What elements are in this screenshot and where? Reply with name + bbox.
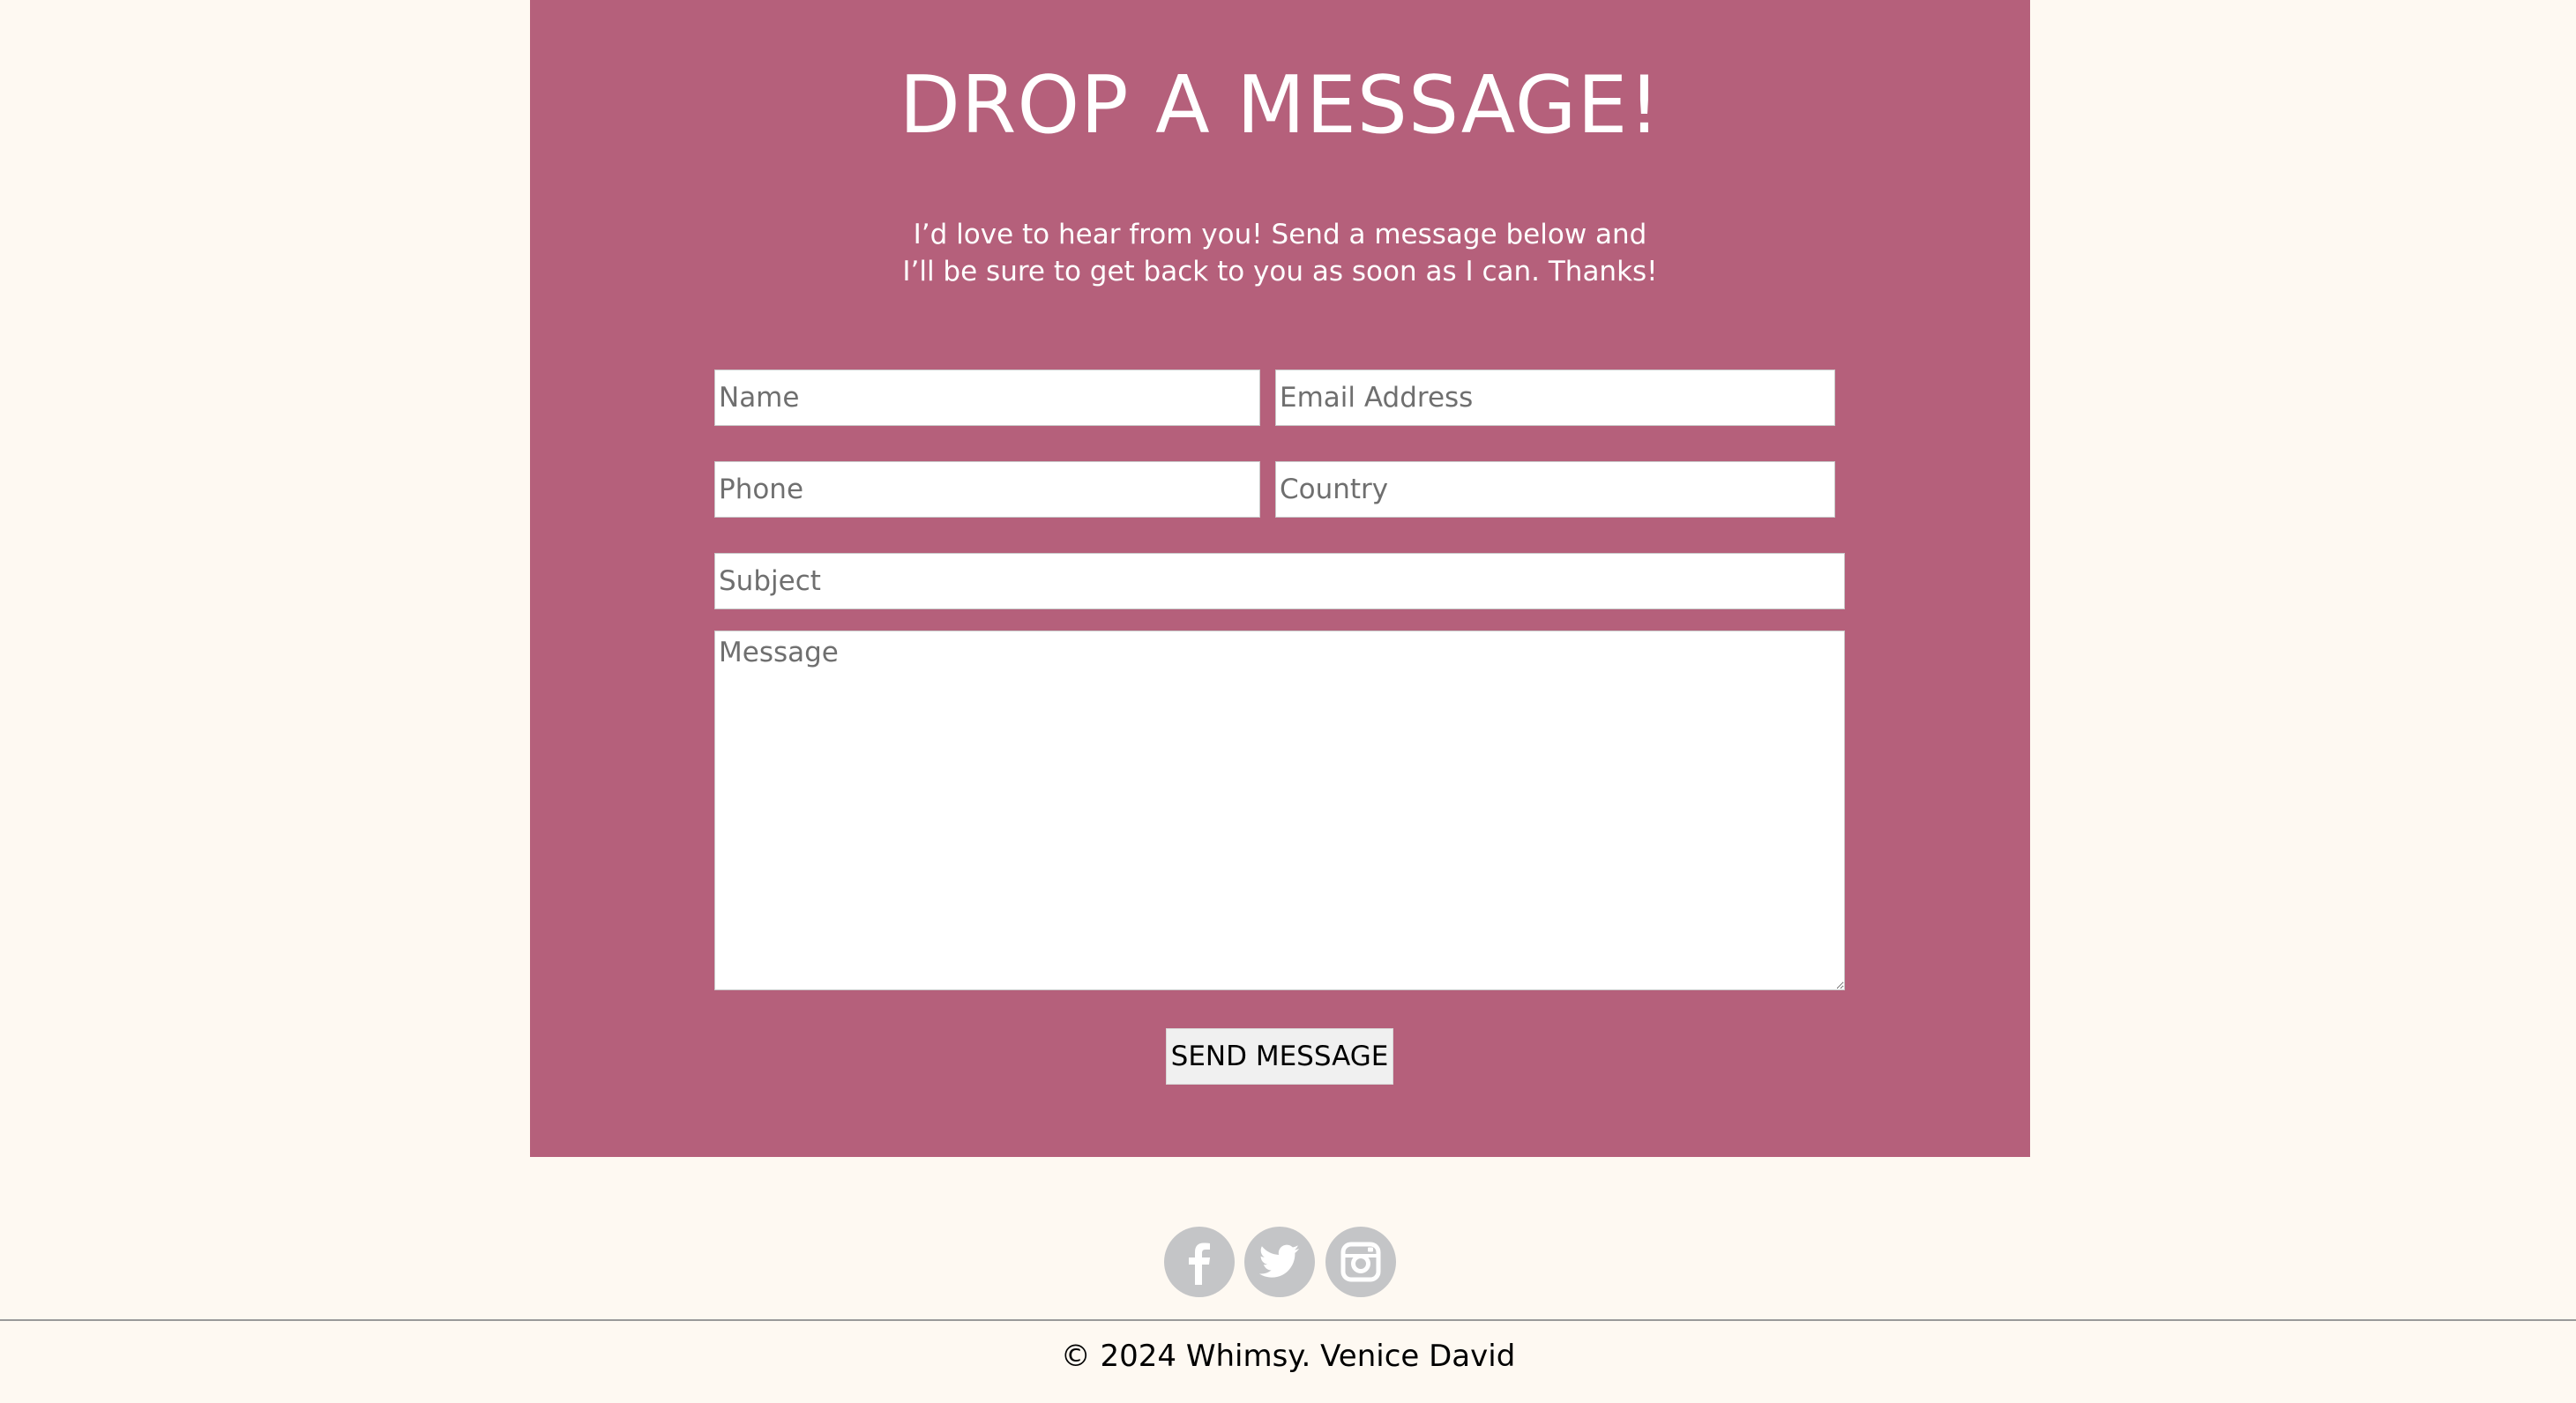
phone-field[interactable] [714, 461, 1260, 518]
facebook-icon [1189, 1243, 1210, 1285]
subject-field[interactable] [714, 553, 1845, 609]
email-field[interactable] [1275, 369, 1835, 426]
name-field[interactable] [714, 369, 1260, 426]
instagram-link[interactable] [1325, 1227, 1396, 1297]
send-message-button[interactable]: SEND MESSAGE [1166, 1028, 1393, 1085]
footer-copyright: © 2024 Whimsy. Venice David [1060, 1339, 1516, 1374]
instagram-icon [1340, 1242, 1381, 1282]
message-field[interactable] [714, 631, 1845, 990]
page-title: DROP A MESSAGE! [899, 59, 1661, 152]
intro-text: I’d love to hear from you! Send a messag… [530, 216, 2030, 290]
intro-line-1: I’d love to hear from you! Send a messag… [913, 219, 1647, 250]
footer-divider [0, 1319, 2576, 1321]
country-field[interactable] [1275, 461, 1835, 518]
twitter-link[interactable] [1244, 1227, 1315, 1297]
twitter-icon [1258, 1244, 1299, 1278]
intro-line-2: I’ll be sure to get back to you as soon … [902, 256, 1658, 287]
facebook-link[interactable] [1164, 1227, 1235, 1297]
